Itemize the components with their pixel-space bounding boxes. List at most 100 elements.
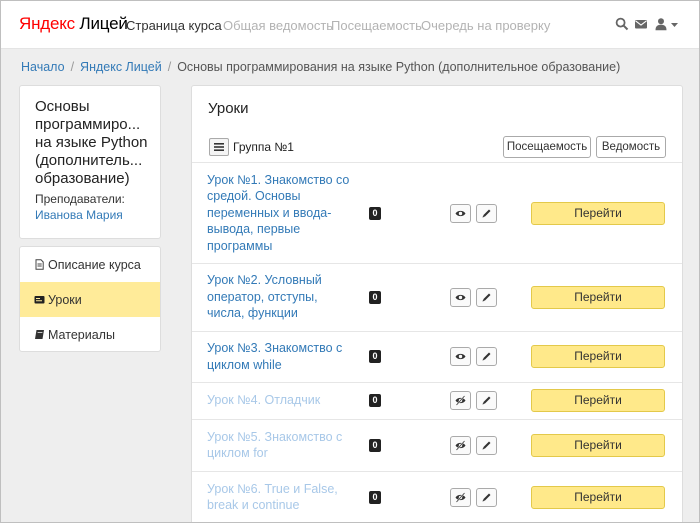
go-to-lesson-button[interactable]: Перейти <box>531 433 665 457</box>
breadcrumb-org[interactable]: Яндекс Лицей <box>80 60 162 74</box>
nav-review-queue[interactable]: Очередь на проверку <box>421 18 550 33</box>
divider <box>192 263 682 264</box>
lesson-title-link[interactable]: Урок №4. Отладчик <box>207 392 352 409</box>
lesson-title-line: вывода, первые <box>207 222 301 237</box>
edit-button[interactable] <box>476 487 497 507</box>
user-icon[interactable] <box>654 17 668 31</box>
edit-button[interactable] <box>476 391 497 410</box>
menu-item-label: Уроки <box>48 293 82 307</box>
visibility-toggle-button[interactable] <box>450 287 471 307</box>
grades-button[interactable]: Ведомость <box>596 136 666 158</box>
pencil-icon <box>482 209 491 217</box>
lessons-icon <box>34 294 45 305</box>
lesson-title-line: Урок №6. True и False, <box>207 481 338 496</box>
lesson-count-badge: 0 <box>369 350 381 363</box>
lesson-title-link[interactable]: Урок №2. Условный оператор, отступы, числа… <box>207 272 352 322</box>
chevron-down-icon[interactable] <box>668 17 682 31</box>
logo-product: Лицей <box>79 14 128 33</box>
go-to-lesson-button[interactable]: Перейти <box>531 485 665 509</box>
pencil-icon <box>482 293 491 301</box>
top-navbar: Яндекс Лицей Страница курса Общая ведомо… <box>1 1 699 49</box>
eye-slash-icon <box>455 491 466 503</box>
pencil-icon <box>482 441 491 449</box>
lesson-title-link[interactable]: Урок №1. Знакомство со средой. Основы пере… <box>207 172 352 255</box>
edit-button[interactable] <box>476 287 497 307</box>
lesson-title-link[interactable]: Урок №5. Знакомство с циклом for <box>207 429 352 462</box>
lesson-title-link[interactable]: Урок №6. True и False, break и continue <box>207 481 352 514</box>
menu-item-label: Описание курса <box>48 258 141 272</box>
logo-brand: Яндекс <box>19 14 75 33</box>
visibility-toggle-button[interactable] <box>450 347 471 366</box>
eye-icon <box>455 294 466 300</box>
lesson-count-badge: 0 <box>369 290 381 304</box>
pencil-icon <box>482 352 491 361</box>
edit-button[interactable] <box>476 347 497 366</box>
eye-slash-icon <box>455 395 466 406</box>
course-title-line: программиро... <box>35 116 141 133</box>
lessons-title: Уроки <box>208 100 249 117</box>
course-title: Основы программиро... на языке Python (д… <box>35 98 155 188</box>
pencil-icon <box>482 396 491 405</box>
lesson-title-line: циклом while <box>207 357 282 372</box>
lesson-title-line: Урок №2. Условный <box>207 273 322 288</box>
edit-button[interactable] <box>476 203 497 223</box>
search-icon[interactable] <box>615 17 629 31</box>
mail-icon[interactable] <box>634 17 648 31</box>
divider <box>192 382 682 383</box>
lessons-panel: Уроки Группа №1 Посещаемость Ведомость У… <box>191 85 683 522</box>
eye-icon <box>455 210 466 216</box>
course-title-line: образование) <box>35 170 130 187</box>
lesson-title-line: оператор, отступы, <box>207 289 318 304</box>
lesson-count-badge: 0 <box>369 438 381 452</box>
logo[interactable]: Яндекс Лицей <box>19 14 128 34</box>
course-title-line: Основы <box>35 98 90 115</box>
go-to-lesson-button[interactable]: Перейти <box>531 345 665 368</box>
eye-icon <box>455 353 466 360</box>
go-to-lesson-button[interactable]: Перейти <box>531 201 665 225</box>
visibility-toggle-button[interactable] <box>450 435 471 455</box>
group-menu-button[interactable] <box>209 138 229 156</box>
go-to-lesson-button[interactable]: Перейти <box>531 389 665 412</box>
hamburger-icon <box>214 143 224 151</box>
menu-item-materials[interactable]: Материалы <box>20 317 160 351</box>
menu-item-label: Материалы <box>48 328 115 342</box>
visibility-toggle-button[interactable] <box>450 391 471 410</box>
nav-general-grades[interactable]: Общая ведомость <box>223 18 333 33</box>
lesson-title-link[interactable]: Урок №3. Знакомство с циклом while <box>207 340 352 373</box>
divider <box>192 471 682 472</box>
divider <box>192 419 682 420</box>
nav-course-page[interactable]: Страница курса <box>126 18 222 33</box>
visibility-toggle-button[interactable] <box>450 203 471 223</box>
breadcrumb-home[interactable]: Начало <box>21 60 65 74</box>
course-title-line: на языке Python <box>35 134 148 151</box>
breadcrumb-separator: / <box>167 60 172 74</box>
book-icon <box>34 329 45 340</box>
teacher-link[interactable]: Иванова Мария <box>35 208 123 222</box>
lesson-count-badge: 0 <box>369 206 381 220</box>
lesson-title-line: программы <box>207 238 273 253</box>
go-to-lesson-button[interactable]: Перейти <box>531 285 665 309</box>
breadcrumb-current: Основы программирования на языке Python … <box>177 60 621 74</box>
lesson-title-line: циклом for <box>207 446 268 460</box>
edit-button[interactable] <box>476 435 497 455</box>
group-label: Группа №1 <box>233 140 294 154</box>
lesson-title-line: Урок №4. Отладчик <box>207 393 321 408</box>
lesson-count-badge: 0 <box>369 490 381 504</box>
breadcrumb: Начало / Яндекс Лицей / Основы программирова… <box>21 60 620 74</box>
breadcrumb-separator: / <box>70 60 75 74</box>
browser-frame: Яндекс Лицей Страница курса Общая ведомо… <box>0 0 700 523</box>
menu-item-lessons[interactable]: Уроки <box>20 282 160 317</box>
menu-item-description[interactable]: Описание курса <box>20 247 160 282</box>
lesson-title-line: break и continue <box>207 498 300 512</box>
course-menu: Описание курса Уроки Материалы <box>19 246 161 352</box>
lesson-title-line: Урок №1. Знакомство со <box>207 172 350 187</box>
lesson-title-line: Урок №5. Знакомство с <box>207 429 343 444</box>
lesson-title-line: числа, функции <box>207 306 298 321</box>
teachers-label: Преподаватели: <box>35 192 125 206</box>
attendance-button[interactable]: Посещаемость <box>503 136 591 158</box>
eye-slash-icon <box>455 439 466 451</box>
nav-attendance[interactable]: Посещаемость <box>331 18 422 33</box>
lesson-count-badge: 0 <box>369 394 381 407</box>
lesson-title-line: средой. Основы <box>207 189 301 204</box>
visibility-toggle-button[interactable] <box>450 487 471 507</box>
